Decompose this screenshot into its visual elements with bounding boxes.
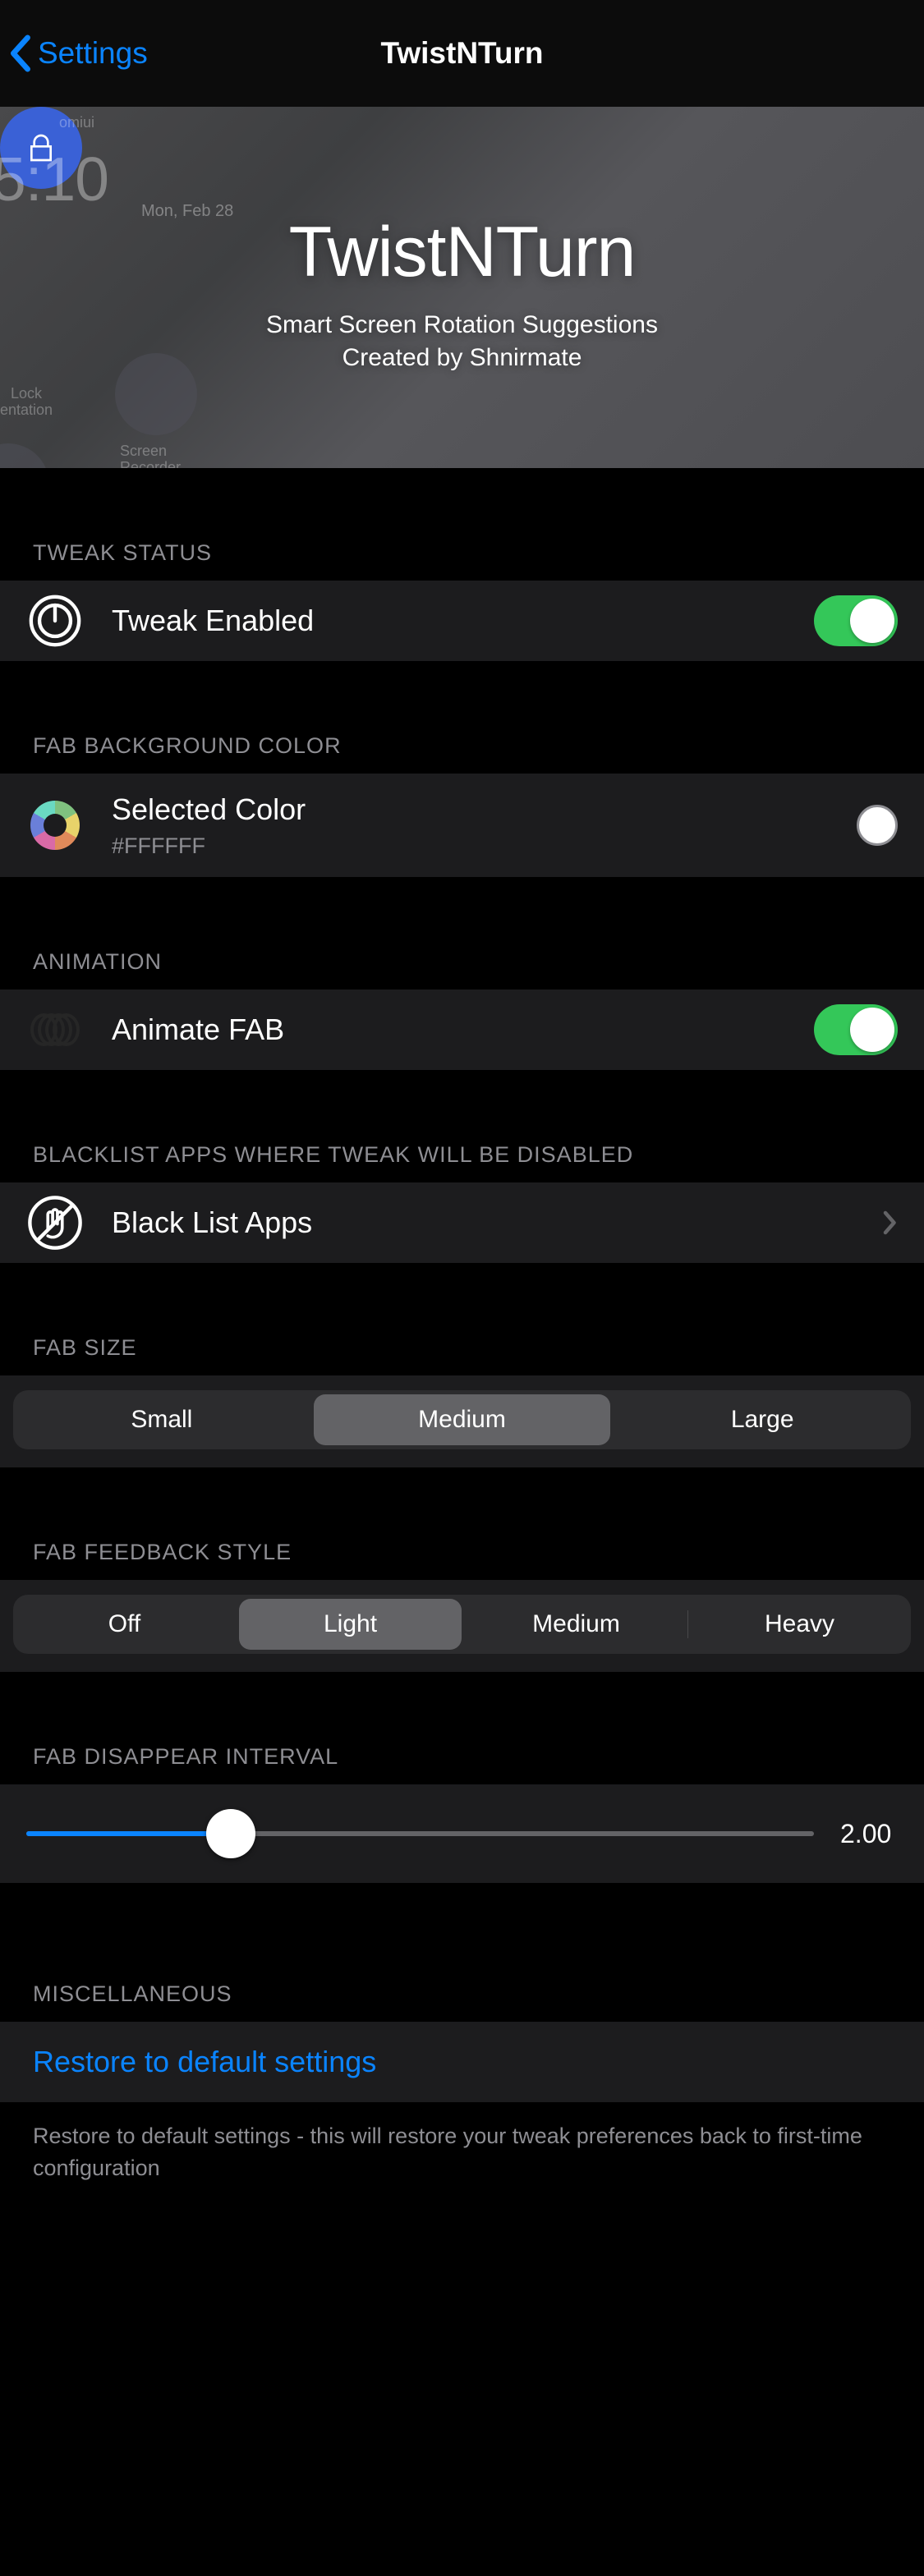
chevron-right-icon	[883, 1210, 898, 1236]
tweak-enabled-label: Tweak Enabled	[112, 604, 814, 638]
section-header-fab-interval: FAB DISAPPEAR INTERVAL	[0, 1744, 924, 1784]
blocked-hand-icon	[26, 1194, 84, 1251]
segment-option[interactable]: Heavy	[688, 1610, 911, 1638]
row-animate-fab: Animate FAB	[0, 990, 924, 1070]
color-swatch	[857, 805, 898, 846]
animate-fab-switch[interactable]	[814, 1004, 898, 1055]
row-fab-size: SmallMediumLarge	[0, 1375, 924, 1467]
segment-option[interactable]: Medium	[314, 1394, 611, 1445]
row-blacklist-apps[interactable]: Black List Apps	[0, 1182, 924, 1263]
section-header-fab-size: FAB SIZE	[0, 1335, 924, 1375]
segment-option[interactable]: Light	[239, 1599, 462, 1650]
power-icon	[26, 592, 84, 650]
color-ring-icon	[26, 797, 84, 854]
section-header-blacklist: BLACKLIST APPS WHERE TWEAK WILL BE DISAB…	[0, 1142, 924, 1182]
blacklist-label: Black List Apps	[112, 1205, 883, 1240]
restore-footer-note: Restore to default settings - this will …	[0, 2102, 924, 2217]
back-button[interactable]: Settings	[8, 0, 148, 107]
animate-fab-label: Animate FAB	[112, 1012, 814, 1047]
section-header-fab-color: FAB BACKGROUND COLOR	[0, 733, 924, 774]
row-fab-interval: 2.00	[0, 1784, 924, 1883]
row-selected-color[interactable]: Selected Color #FFFFFF	[0, 774, 924, 877]
restore-label: Restore to default settings	[33, 2045, 898, 2079]
tweak-enabled-switch[interactable]	[814, 595, 898, 646]
animate-fab-icon	[26, 1001, 84, 1058]
segment-option[interactable]: Medium	[465, 1610, 687, 1638]
selected-color-hex: #FFFFFF	[112, 833, 857, 859]
segment-option[interactable]: Off	[13, 1610, 236, 1638]
navbar: Settings TwistNTurn	[0, 0, 924, 107]
fab-interval-slider[interactable]	[26, 1809, 814, 1858]
restore-defaults-button[interactable]: Restore to default settings	[0, 2022, 924, 2102]
fab-interval-value: 2.00	[840, 1819, 898, 1849]
section-header-fab-feedback: FAB FEEDBACK STYLE	[0, 1540, 924, 1580]
fab-feedback-segmented[interactable]: OffLightMediumHeavy	[13, 1595, 911, 1654]
row-tweak-enabled: Tweak Enabled	[0, 581, 924, 661]
section-header-misc: MISCELLANEOUS	[0, 1981, 924, 2022]
hero-title: TwistNTurn	[289, 212, 636, 293]
chevron-left-icon	[8, 34, 31, 72]
selected-color-label: Selected Color	[112, 792, 857, 827]
hero-subtitle-1: Smart Screen Rotation Suggestions	[266, 311, 658, 339]
row-fab-feedback: OffLightMediumHeavy	[0, 1580, 924, 1672]
fab-size-segmented[interactable]: SmallMediumLarge	[13, 1390, 911, 1449]
section-header-animation: ANIMATION	[0, 949, 924, 990]
back-label: Settings	[38, 36, 148, 71]
section-header-tweak-status: TWEAK STATUS	[0, 540, 924, 581]
hero-header: omiui 5:10 Mon, Feb 28 Lockentation Scre…	[0, 107, 924, 468]
hero-subtitle-2: Created by Shnirmate	[342, 344, 582, 372]
segment-option[interactable]: Large	[614, 1406, 911, 1434]
segment-option[interactable]: Small	[13, 1406, 310, 1434]
